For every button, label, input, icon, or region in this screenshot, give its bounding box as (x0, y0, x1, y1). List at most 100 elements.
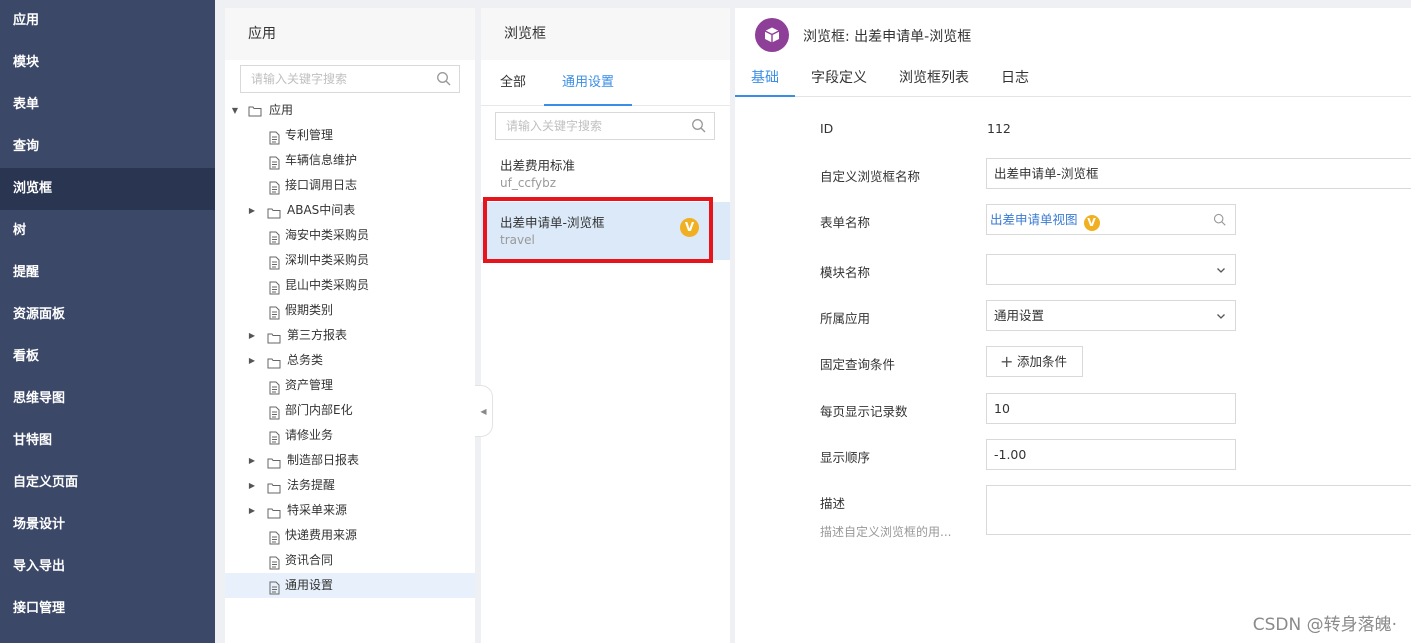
page-size-field[interactable]: 10 (986, 393, 1236, 424)
tree-item-label: 车辆信息维护 (285, 153, 358, 167)
document-icon (267, 229, 281, 245)
tree-folder-item[interactable]: ▶ 法务提醒 (225, 473, 475, 498)
nav-item[interactable]: 思维导图 (0, 378, 215, 420)
fixed-condition-label: 固定查询条件 (820, 357, 896, 372)
tab-log[interactable]: 日志 (1001, 60, 1029, 97)
tree-item-label: 部门内部E化 (285, 403, 353, 417)
description-textarea[interactable] (986, 485, 1411, 535)
nav-item[interactable]: 查询 (0, 126, 215, 168)
tree-file-item[interactable]: 车辆信息维护 (225, 148, 475, 173)
tree-file-item[interactable]: 部门内部E化 (225, 398, 475, 423)
tree-item-label: 接口调用日志 (285, 178, 358, 192)
tree-folder-item[interactable]: ▶ 第三方报表 (225, 323, 475, 348)
folder-icon (267, 479, 281, 494)
tree-item-label: 法务提醒 (287, 478, 336, 492)
tree-file-item[interactable]: 昆山中类采购员 (225, 273, 475, 298)
caret-right-icon[interactable]: ▶ (247, 498, 257, 523)
nav-item[interactable]: 接口管理 (0, 588, 215, 630)
document-icon (267, 129, 281, 145)
tree-file-item[interactable]: 资产管理 (225, 373, 475, 398)
browse-tabs: 全部 通用设置 (481, 60, 730, 106)
nav-item[interactable]: 模块 (0, 42, 215, 84)
nav-item[interactable]: 场景设计 (0, 504, 215, 546)
list-item-code: uf_ccfybz (500, 176, 557, 190)
detail-title: 浏览框: 出差申请单-浏览框 (803, 29, 972, 45)
tree-file-item[interactable]: 快递费用来源 (225, 523, 475, 548)
version-badge: V (1083, 215, 1100, 231)
add-condition-button[interactable]: + 添加条件 (986, 346, 1083, 377)
tab-field-definition[interactable]: 字段定义 (811, 60, 867, 97)
app-tree: ▼ 应用 专利管理车辆信息维护 接口调用日志 ▶ ABAS中间表 海安中类采购员深圳中类… (225, 98, 475, 598)
nav-item[interactable]: 表单 (0, 84, 215, 126)
document-icon (267, 579, 281, 595)
form-name-link[interactable]: 出差申请单视图 (990, 212, 1078, 227)
browse-name-label: 自定义浏览框名称 (820, 169, 921, 184)
document-icon (267, 429, 281, 445)
caret-right-icon[interactable]: ▶ (247, 323, 257, 348)
list-item[interactable]: 出差费用标准 uf_ccfybz (481, 145, 730, 203)
display-order-field[interactable]: -1.00 (986, 439, 1236, 470)
nav-item[interactable]: 资源面板 (0, 294, 215, 336)
tree-item-label: 海安中类采购员 (285, 228, 370, 242)
module-name-label: 模块名称 (820, 265, 871, 280)
description-label: 描述 (820, 496, 846, 511)
caret-right-icon[interactable]: ▶ (247, 348, 257, 373)
tree-item-label: ABAS中间表 (287, 203, 356, 217)
tree-file-item[interactable]: 资讯合同 (225, 548, 475, 573)
watermark: CSDN @转身落魄· (1252, 615, 1397, 635)
tab-basic[interactable]: 基础 (735, 60, 795, 97)
tab-general-settings[interactable]: 通用设置 (544, 60, 632, 106)
tree-folder-item[interactable]: ▶ 制造部日报表 (225, 448, 475, 473)
nav-item[interactable]: 浏览框 (0, 168, 215, 210)
module-name-select[interactable] (986, 254, 1236, 285)
nav-item[interactable]: 甘特图 (0, 420, 215, 462)
tree-file-item[interactable]: 请修业务 (225, 423, 475, 448)
tree-folder-item[interactable]: ▶ ABAS中间表 (225, 198, 475, 223)
tree-file-item[interactable]: 通用设置 (225, 573, 475, 598)
tree-file-item[interactable]: 深圳中类采购员 (225, 248, 475, 273)
owner-app-value: 通用设置 (994, 308, 1045, 323)
search-icon[interactable] (436, 71, 452, 87)
caret-right-icon[interactable]: ▶ (247, 448, 257, 473)
tree-item-label: 资产管理 (285, 378, 334, 392)
tree-search-input[interactable] (241, 66, 459, 92)
document-icon (267, 179, 281, 195)
tree-root[interactable]: ▼ 应用 (225, 98, 475, 123)
tree-search-box[interactable] (240, 65, 460, 93)
tree-folder-item[interactable]: ▶ 特采单来源 (225, 498, 475, 523)
folder-icon (267, 454, 281, 469)
search-icon[interactable] (691, 118, 707, 134)
tree-file-item[interactable]: 接口调用日志 (225, 173, 475, 198)
tab-all[interactable]: 全部 (500, 60, 526, 106)
folder-open-icon (248, 106, 262, 117)
nav-item[interactable]: 自定义页面 (0, 462, 215, 504)
description-hint: 描述自定义浏览框的用... (820, 525, 952, 539)
tree-file-item[interactable]: 海安中类采购员 (225, 223, 475, 248)
tree-file-item[interactable]: 假期类别 (225, 298, 475, 323)
nav-item[interactable]: 应用 (0, 0, 215, 42)
nav-item[interactable]: 树 (0, 210, 215, 252)
caret-right-icon[interactable]: ▶ (247, 473, 257, 498)
caret-down-icon[interactable]: ▼ (230, 98, 240, 123)
tree-folder-item[interactable]: ▶ 总务类 (225, 348, 475, 373)
form-name-field[interactable]: 出差申请单视图 V (986, 204, 1236, 235)
browse-panel-title: 浏览框 (481, 8, 730, 60)
nav-item[interactable]: 导入导出 (0, 546, 215, 588)
browse-name-field[interactable]: 出差申请单-浏览框 (986, 158, 1411, 189)
browse-search-box[interactable] (495, 112, 715, 140)
collapse-left-icon[interactable]: ◀ (475, 385, 493, 437)
add-condition-label: 添加条件 (1017, 354, 1068, 369)
tree-item-label: 特采单来源 (287, 503, 348, 517)
search-icon[interactable] (1213, 213, 1227, 227)
tree-file-item[interactable]: 专利管理 (225, 123, 475, 148)
caret-right-icon[interactable]: ▶ (247, 198, 257, 223)
page-size-value: 10 (994, 401, 1010, 416)
document-icon (267, 254, 281, 270)
nav-item[interactable]: 提醒 (0, 252, 215, 294)
tab-browse-list[interactable]: 浏览框列表 (899, 60, 969, 97)
nav-item[interactable]: 看板 (0, 336, 215, 378)
owner-app-select[interactable]: 通用设置 (986, 300, 1236, 331)
browse-search-input[interactable] (496, 113, 714, 139)
list-item-selected[interactable]: 出差申请单-浏览框 travel V (481, 202, 730, 260)
detail-panel: 浏览框: 出差申请单-浏览框 基础 字段定义 浏览框列表 日志 ID 112 自… (735, 8, 1411, 643)
